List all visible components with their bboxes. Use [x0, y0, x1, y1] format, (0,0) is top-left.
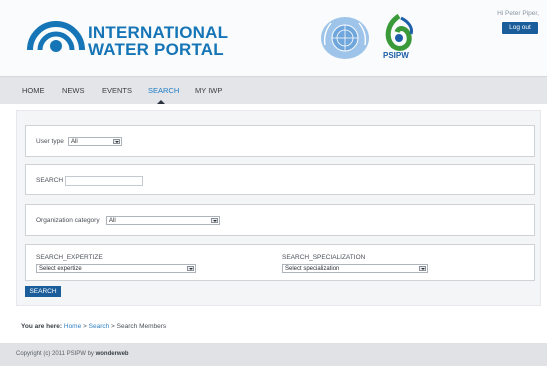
user-type-value: All: [71, 139, 78, 145]
specialization-select[interactable]: Select specialization: [282, 264, 428, 273]
active-tab-caret-icon: [157, 100, 165, 104]
main-nav: HOME NEWS EVENTS SEARCH MY IWP: [0, 76, 547, 104]
org-category-label: Organization category: [36, 217, 100, 224]
expertize-specialization-panel: SEARCH_EXPERTIZE Select expertize SEARCH…: [25, 244, 535, 281]
chevron-down-icon: [211, 218, 218, 223]
site-logo-text[interactable]: INTERNATIONAL WATER PORTAL: [88, 24, 228, 58]
nav-item-home[interactable]: HOME: [22, 86, 45, 95]
psipw-label: PSIPW: [383, 51, 409, 60]
logo-line1: INTERNATIONAL: [88, 23, 229, 42]
water-drop-icon: [27, 21, 85, 52]
search-input[interactable]: [65, 176, 143, 186]
copyright-text: Copyright (c) 2011 PSIPW by wonderweb: [16, 351, 129, 357]
logout-button[interactable]: Log out: [502, 22, 538, 34]
page: INTERNATIONAL WATER PORTAL PSIPW Hi Pete…: [0, 0, 547, 366]
nav-item-search[interactable]: SEARCH: [148, 86, 179, 95]
chevron-down-icon: [187, 266, 194, 271]
chevron-down-icon: [419, 266, 426, 271]
search-members-form: User type All SEARCH Organization catego…: [16, 110, 541, 306]
org-category-select[interactable]: All: [106, 216, 220, 225]
search-submit-button[interactable]: SEARCH: [25, 286, 61, 297]
org-category-panel: Organization category All: [25, 204, 535, 236]
specialization-value: Select specialization: [285, 266, 340, 272]
expertize-value: Select expertize: [39, 266, 82, 272]
breadcrumb-home-link[interactable]: Home: [64, 323, 81, 330]
expertize-label: SEARCH_EXPERTIZE: [36, 254, 103, 261]
breadcrumb-current: Search Members: [116, 323, 167, 330]
user-type-label: User type: [36, 138, 64, 145]
nav-item-events[interactable]: EVENTS: [102, 86, 132, 95]
copyright-label: Copyright (c) 2011 PSIPW by: [16, 351, 96, 357]
breadcrumb-separator: >: [109, 323, 117, 330]
company-link[interactable]: wonderweb: [96, 351, 129, 357]
nav-item-my-iwp[interactable]: MY IWP: [195, 86, 222, 95]
specialization-label: SEARCH_SPECIALIZATION: [282, 254, 366, 261]
breadcrumb-search-link[interactable]: Search: [89, 323, 110, 330]
search-label: SEARCH: [36, 177, 64, 184]
search-panel: SEARCH: [25, 164, 535, 195]
breadcrumb-separator: >: [81, 323, 89, 330]
footer: Copyright (c) 2011 PSIPW by wonderweb: [0, 343, 547, 366]
chevron-down-icon: [113, 139, 120, 144]
header: INTERNATIONAL WATER PORTAL PSIPW Hi Pete…: [0, 0, 547, 76]
org-category-value: All: [109, 218, 116, 224]
un-emblem-icon: [321, 17, 369, 59]
logo-line2: WATER PORTAL: [88, 40, 224, 59]
user-greeting: Hi Peter Piper,: [497, 10, 539, 17]
user-type-select[interactable]: All: [68, 137, 122, 146]
breadcrumb-prefix: You are here:: [21, 323, 63, 330]
expertize-select[interactable]: Select expertize: [36, 264, 196, 273]
breadcrumb: You are here: Home > Search > Search Mem…: [21, 323, 166, 330]
user-type-panel: User type All: [25, 125, 535, 157]
nav-item-news[interactable]: NEWS: [62, 86, 85, 95]
